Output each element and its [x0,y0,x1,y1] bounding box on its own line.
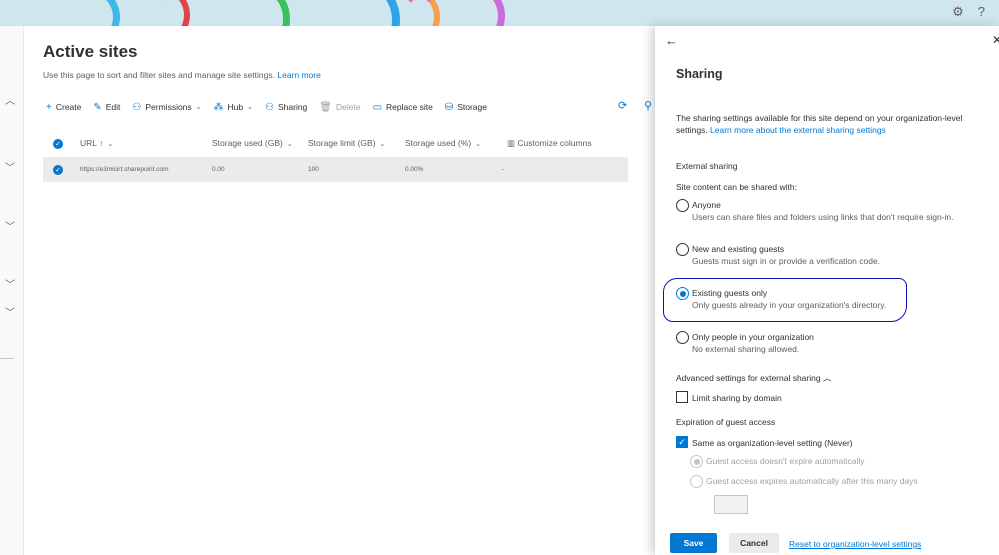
advanced-settings-toggle[interactable]: Advanced settings for external sharing ︿ [676,372,831,384]
command-bar: + Create ✎ Edit ⚇ Permissions ⌄ ⁂ Hub ⌄ ⚇ Shari… [46,100,499,114]
chevron-down-icon: ⌄ [195,104,202,111]
limit-domain-checkbox[interactable] [676,391,688,403]
gear-icon[interactable]: ⚙ [952,4,964,20]
top-banner: ⚙ ? [0,0,999,26]
page-title: Active sites [43,42,138,61]
column-url[interactable]: URL ↑ ⌄ [80,138,113,148]
storage-used-value: 0.00 [212,166,225,173]
chevron-up-icon: ︿ [822,373,832,383]
panel-description: The sharing settings available for this … [676,113,963,135]
chevron-down-icon: ⌄ [286,141,293,148]
search-icon[interactable]: ⚲ [644,99,652,112]
chevron-up-icon[interactable]: ︿ [5,92,15,107]
column-storage-used[interactable]: Storage used (GB) ⌄ [212,138,293,148]
chevron-down-icon: ⌄ [247,104,254,111]
hub-icon: ⁂ [213,101,224,113]
storage-limit-value: 100 [308,166,319,173]
banner-decoration [330,0,400,26]
share-icon: ⚇ [265,101,274,113]
storage-pct-value: 0.00% [405,166,424,173]
left-nav-rail: ︿ ﹀ ﹀ ﹀ ﹀ [0,26,24,555]
close-icon[interactable]: ✕ [992,33,999,47]
table-header: ✓ URL ↑ ⌄ Storage used (GB) ⌄ Storage limi… [43,133,628,155]
banner-decoration [230,0,290,26]
learn-more-link[interactable]: Learn more [277,70,320,80]
replace-icon: ▭ [372,101,383,113]
banner-decoration [150,0,190,26]
question-icon[interactable]: ? [978,4,985,20]
expiration-heading: Expiration of guest access [676,417,776,427]
edit-button[interactable]: ✎ Edit [93,102,120,113]
chevron-down-icon: ⌄ [475,141,482,148]
main-content: Active sites Use this page to sort and f… [24,26,654,555]
sharing-button[interactable]: ⚇ Sharing [265,102,307,113]
external-sharing-learn-more-link[interactable]: Learn more about the external sharing se… [710,125,886,135]
radio-anyone[interactable] [676,199,689,212]
table-row[interactable]: ✓ https://e3micirt.sharepoint.com 0.00 1… [43,157,628,182]
select-all-checkbox[interactable]: ✓ [53,139,63,149]
plus-icon: + [46,101,52,113]
cancel-button[interactable]: Cancel [729,533,779,553]
delete-button[interactable]: 🗑 Delete [319,102,360,113]
highlight-annotation [663,278,907,322]
column-storage-limit[interactable]: Storage limit (GB) ⌄ [308,138,385,148]
chevron-down-icon[interactable]: ﹀ [5,218,15,233]
same-as-org-label: Same as organization-level setting (Neve… [692,438,853,448]
radio-no-expire[interactable] [690,455,703,468]
reset-link[interactable]: Reset to organization-level settings [789,539,921,549]
customize-columns-button[interactable]: ▥ Customize columns [507,138,592,149]
chevron-down-icon[interactable]: ﹀ [5,276,15,291]
trash-icon: 🗑 [319,101,332,113]
radio-expire-days[interactable] [690,475,703,488]
permissions-button[interactable]: ⚇ Permissions ⌄ [132,102,201,113]
storage-icon: ⛁ [444,101,454,113]
panel-title: Sharing [676,67,723,81]
pencil-icon: ✎ [93,101,102,113]
chevron-down-icon: ⌄ [379,141,386,148]
chevron-down-icon: ⌄ [107,141,114,148]
site-url[interactable]: https://e3micirt.sharepoint.com [80,166,169,173]
banner-decoration [400,0,440,26]
hub-button[interactable]: ⁂ Hub ⌄ [214,102,253,113]
radio-only-org[interactable] [676,331,689,344]
storage-button[interactable]: ⛁ Storage [445,102,487,113]
radio-new-existing-guests[interactable] [676,243,689,256]
page-description: Use this page to sort and filter sites a… [43,70,321,80]
chevron-down-icon[interactable]: ﹀ [5,159,15,174]
row-checkbox[interactable]: ✓ [53,165,63,175]
same-as-org-checkbox[interactable]: ✓ [676,436,688,448]
columns-icon: ▥ [507,138,518,148]
save-button[interactable]: Save [670,533,717,553]
chevron-down-icon[interactable]: ﹀ [5,304,15,319]
banner-decoration [455,0,505,26]
banner-decoration [40,0,120,26]
refresh-icon[interactable]: ⟳ [618,99,627,112]
replace-site-button[interactable]: ▭ Replace site [373,102,433,113]
create-button[interactable]: + Create [46,102,81,113]
limit-domain-label: Limit sharing by domain [692,393,782,403]
days-input[interactable] [714,495,748,514]
divider [0,358,14,359]
back-arrow-icon[interactable]: ← [665,33,678,48]
external-sharing-heading: External sharing [676,161,738,171]
extra-value: - [502,166,505,173]
column-storage-pct[interactable]: Storage used (%) ⌄ [405,138,481,148]
shared-with-label: Site content can be shared with: [676,182,797,192]
people-icon: ⚇ [132,101,142,113]
